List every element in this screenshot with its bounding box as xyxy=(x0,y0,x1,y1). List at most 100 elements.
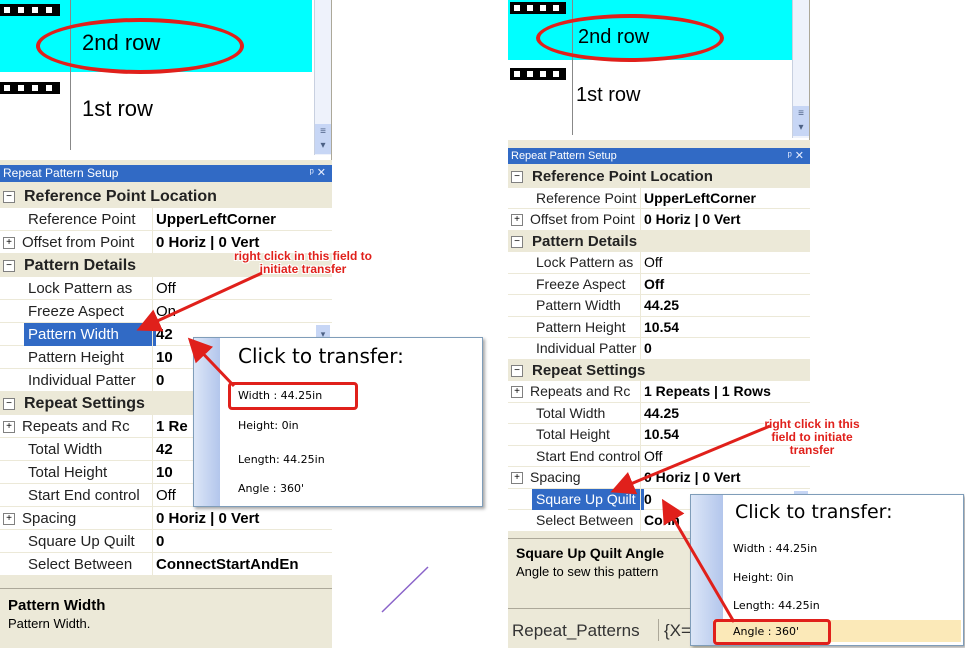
property-name: Total Width xyxy=(28,441,103,458)
expand-icon[interactable]: + xyxy=(511,472,523,484)
collapse-icon[interactable]: − xyxy=(511,235,523,248)
property-name: Square Up Quilt xyxy=(28,533,135,550)
property-name: Individual Patter xyxy=(28,372,136,389)
expand-icon[interactable]: + xyxy=(3,421,15,433)
highlight-oval xyxy=(36,18,244,74)
property-row[interactable]: Pattern Height 10.54 xyxy=(508,316,810,338)
transfer-item-height[interactable]: Height: 0in xyxy=(733,571,794,584)
stray-line xyxy=(381,566,429,613)
property-name: Repeats and Rc xyxy=(22,418,130,435)
property-row[interactable]: Reference Point UpperLeftCorner xyxy=(508,187,810,209)
status-name: Repeat_Patterns xyxy=(512,621,640,640)
expand-icon[interactable]: + xyxy=(3,237,15,249)
highlight-box xyxy=(228,382,358,410)
expand-icon[interactable]: + xyxy=(511,214,523,226)
property-row[interactable]: Freeze Aspect Off xyxy=(508,273,810,295)
property-value[interactable]: Off xyxy=(640,273,810,295)
property-name: Total Height xyxy=(28,464,108,481)
property-value[interactable]: 10.54 xyxy=(640,316,810,338)
property-value[interactable]: ConnectStartAndEn xyxy=(152,553,332,576)
collapse-icon[interactable]: − xyxy=(3,260,15,272)
property-value[interactable]: On xyxy=(152,300,332,323)
property-value[interactable]: Off xyxy=(152,277,332,300)
property-row[interactable]: Pattern Width 44.25 xyxy=(508,295,810,317)
property-name: Repeats and Rc xyxy=(530,383,631,399)
transfer-popup: Click to transfer: Width : 44.25in Heigh… xyxy=(193,337,483,507)
popup-header: Click to transfer: xyxy=(238,344,404,368)
property-name: Lock Pattern as xyxy=(28,280,133,297)
panel-titlebar: Repeat Pattern Setup ᵖ ✕ xyxy=(0,165,332,182)
property-row[interactable]: Lock Pattern as Off xyxy=(508,252,810,274)
property-row[interactable]: Square Up Quilt 0 xyxy=(0,530,332,553)
description-text: Angle to sew this pattern xyxy=(516,564,659,579)
expand-icon[interactable]: + xyxy=(511,386,523,398)
category-label: Pattern Details xyxy=(532,232,638,250)
property-value[interactable]: 44.25 xyxy=(640,295,810,317)
annotation-text: right click in this field to initiate tr… xyxy=(764,417,860,457)
property-name: Total Height xyxy=(536,426,610,442)
property-name: Offset from Point xyxy=(530,211,635,227)
property-row[interactable]: + Spacing 0 Horiz | 0 Vert xyxy=(508,467,810,489)
status-coords: {X= xyxy=(664,621,691,640)
description-title: Pattern Width xyxy=(8,597,106,614)
category-label: Repeat Settings xyxy=(532,361,646,379)
property-row[interactable]: + Offset from Point 0 Horiz | 0 Vert xyxy=(508,209,810,231)
property-row[interactable]: Individual Patter 0 xyxy=(508,338,810,360)
property-value[interactable]: UpperLeftCorner xyxy=(152,208,332,231)
property-name: Reference Point xyxy=(28,211,136,228)
film-strip-icon xyxy=(510,2,566,14)
property-row[interactable]: Lock Pattern as Off xyxy=(0,277,332,300)
pattern-rows-preview: 2nd row 1st row ≡ ▾ xyxy=(508,0,810,140)
transfer-item-length[interactable]: Length: 44.25in xyxy=(733,599,820,612)
property-value[interactable]: Off xyxy=(640,252,810,274)
transfer-item-angle[interactable]: Angle : 360' xyxy=(238,482,304,495)
transfer-item-width[interactable]: Width : 44.25in xyxy=(733,542,817,555)
annotation-text: right click in this field to initiate tr… xyxy=(233,249,372,276)
property-category[interactable]: − Repeat Settings xyxy=(508,359,810,381)
film-strip-icon xyxy=(510,68,566,80)
pin-close-icon[interactable]: ᵖ ✕ xyxy=(788,148,804,164)
property-value[interactable]: 0 xyxy=(640,338,810,360)
property-category[interactable]: − Reference Point Location xyxy=(508,166,810,188)
film-strip-icon xyxy=(0,82,60,94)
property-value[interactable]: 0 xyxy=(152,530,332,553)
property-value[interactable]: 1 Repeats | 1 Rows xyxy=(640,381,810,403)
property-name: Offset from Point xyxy=(22,234,135,251)
property-name: Start End control xyxy=(28,487,140,504)
highlight-oval xyxy=(536,14,724,62)
property-grid: − Reference Point Location Reference Point… xyxy=(508,166,810,532)
collapse-icon[interactable]: − xyxy=(511,364,523,377)
transfer-item-height[interactable]: Height: 0in xyxy=(238,419,299,432)
property-row[interactable]: + Spacing 0 Horiz | 0 Vert xyxy=(0,507,332,530)
property-row[interactable]: Reference Point UpperLeftCorner xyxy=(0,208,332,231)
collapse-icon[interactable]: − xyxy=(3,398,15,410)
pin-close-icon[interactable]: ᵖ ✕ xyxy=(310,165,326,182)
category-label: Reference Point Location xyxy=(24,188,217,205)
category-label: Reference Point Location xyxy=(532,168,713,185)
scroll-down-button[interactable]: ▾ xyxy=(793,120,809,136)
collapse-icon[interactable]: − xyxy=(511,171,523,183)
property-value[interactable]: 0 Horiz | 0 Vert xyxy=(640,467,810,489)
property-name: Pattern Height xyxy=(28,349,124,366)
transfer-item-length[interactable]: Length: 44.25in xyxy=(238,453,325,466)
property-row[interactable]: Freeze Aspect On xyxy=(0,300,332,323)
property-value[interactable]: UpperLeftCorner xyxy=(640,187,810,209)
property-category[interactable]: − Pattern Details xyxy=(508,230,810,252)
scroll-down-button[interactable]: ▾ xyxy=(315,138,331,154)
category-label: Repeat Settings xyxy=(24,395,145,412)
vertical-scrollbar[interactable]: ≡ ▾ xyxy=(314,0,331,155)
vertical-scrollbar[interactable]: ≡ ▾ xyxy=(792,0,809,138)
property-name: Square Up Quilt xyxy=(532,488,644,510)
panel-title: Repeat Pattern Setup xyxy=(511,150,617,162)
property-value[interactable]: 0 Horiz | 0 Vert xyxy=(152,507,332,530)
collapse-icon[interactable]: − xyxy=(3,191,15,203)
expand-icon[interactable]: + xyxy=(3,513,15,525)
property-row[interactable]: Select Between ConnectStartAndEn xyxy=(0,553,332,576)
property-row[interactable]: + Repeats and Rc 1 Repeats | 1 Rows xyxy=(508,381,810,403)
description-title: Square Up Quilt Angle xyxy=(516,545,665,561)
panel-title: Repeat Pattern Setup xyxy=(3,166,119,180)
property-name: Total Width xyxy=(536,404,606,421)
property-category[interactable]: − Reference Point Location xyxy=(0,185,332,208)
property-value[interactable]: 0 Horiz | 0 Vert xyxy=(640,209,810,231)
description-text: Pattern Width. xyxy=(8,616,91,631)
